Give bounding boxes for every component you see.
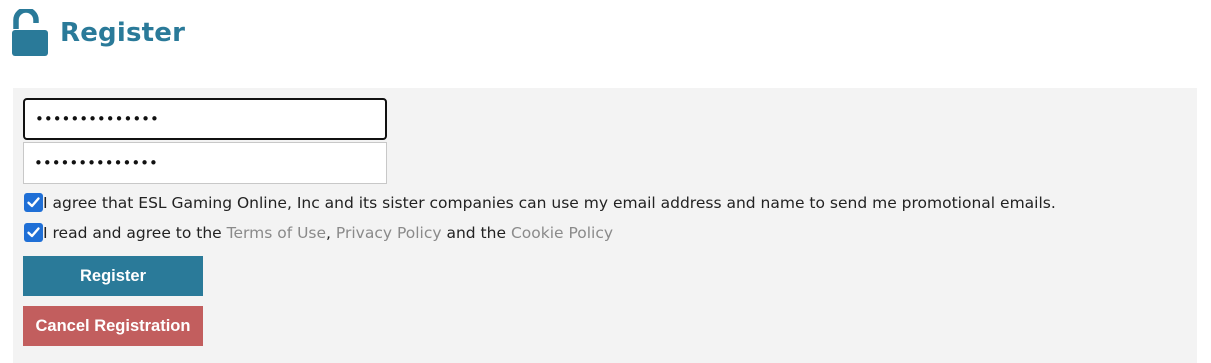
promo-consent-checkbox[interactable] <box>24 193 43 212</box>
register-button[interactable]: Register <box>23 256 203 296</box>
terms-consent-checkbox[interactable] <box>24 223 43 242</box>
register-form-panel: I agree that ESL Gaming Online, Inc and … <box>13 88 1197 363</box>
unlock-icon <box>12 9 48 56</box>
checkmark-icon <box>27 197 40 208</box>
cancel-registration-button[interactable]: Cancel Registration <box>23 306 203 346</box>
checkmark-icon <box>27 227 40 238</box>
privacy-policy-link[interactable]: Privacy Policy <box>336 224 442 242</box>
promo-consent-label: I agree that ESL Gaming Online, Inc and … <box>43 193 1056 212</box>
page-header: Register <box>12 8 185 58</box>
cookie-policy-link[interactable]: Cookie Policy <box>511 224 613 242</box>
terms-separator: , <box>326 223 336 242</box>
confirm-password-field[interactable] <box>23 142 387 184</box>
terms-consent-row: I read and agree to the Terms of Use , P… <box>24 223 613 242</box>
password-field[interactable] <box>23 98 387 140</box>
terms-of-use-link[interactable]: Terms of Use <box>227 224 326 242</box>
page-title: Register <box>60 18 186 48</box>
terms-consent-label-start: I read and agree to the <box>43 223 227 242</box>
terms-and-the: and the <box>441 223 511 242</box>
promo-consent-row: I agree that ESL Gaming Online, Inc and … <box>24 193 1056 212</box>
